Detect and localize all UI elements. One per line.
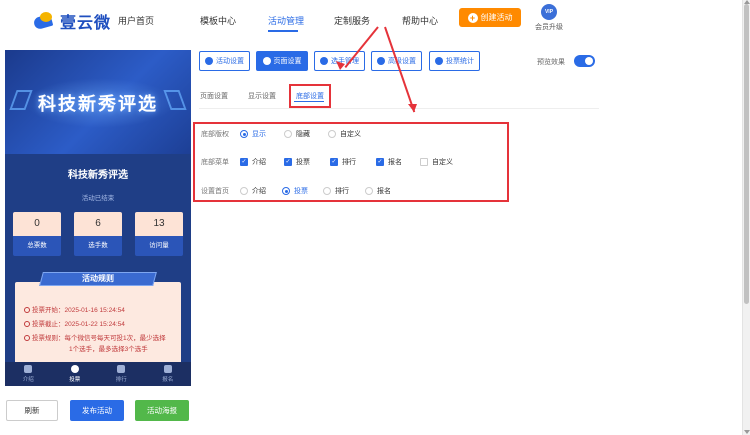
menu-option-signup[interactable]: ✓ 报名 xyxy=(376,157,402,167)
annotation-arrowheads xyxy=(336,61,417,112)
option-label: 报名 xyxy=(377,188,391,195)
checkbox-icon: ✓ xyxy=(376,158,384,166)
arrowhead-2 xyxy=(408,104,417,112)
copyright-option-custom[interactable]: 自定义 xyxy=(328,129,361,139)
radio-icon xyxy=(240,187,248,195)
option-label: 自定义 xyxy=(432,159,453,166)
option-label: 介绍 xyxy=(252,159,266,166)
home-option-vote[interactable]: 投票 xyxy=(282,186,308,196)
menu-option-custom[interactable]: 自定义 xyxy=(420,157,453,167)
copyright-label: 底部版权 xyxy=(201,131,229,138)
checkbox-icon xyxy=(420,158,428,166)
option-label: 投票 xyxy=(294,188,308,195)
radio-icon xyxy=(240,130,248,138)
home-option-signup[interactable]: 报名 xyxy=(365,186,391,196)
option-label: 投票 xyxy=(296,159,310,166)
radio-icon xyxy=(282,187,290,195)
radio-icon xyxy=(365,187,373,195)
menu-option-rank[interactable]: ✓ 排行 xyxy=(330,157,356,167)
copyright-option-show[interactable]: 显示 xyxy=(240,129,266,139)
checkbox-icon: ✓ xyxy=(240,158,248,166)
option-label: 显示 xyxy=(252,131,266,138)
radio-icon xyxy=(328,130,336,138)
arrowhead-1 xyxy=(336,61,345,70)
home-label: 设置首页 xyxy=(201,188,229,195)
option-label: 自定义 xyxy=(340,131,361,138)
option-label: 介绍 xyxy=(252,188,266,195)
option-label: 排行 xyxy=(342,159,356,166)
checkbox-icon: ✓ xyxy=(284,158,292,166)
option-label: 报名 xyxy=(388,159,402,166)
menu-label: 底部菜单 xyxy=(201,159,229,166)
home-option-intro[interactable]: 介绍 xyxy=(240,186,266,196)
home-option-rank[interactable]: 排行 xyxy=(323,186,349,196)
menu-option-intro[interactable]: ✓ 介绍 xyxy=(240,157,266,167)
radio-icon xyxy=(284,130,292,138)
option-label: 隐藏 xyxy=(296,131,310,138)
checkbox-icon: ✓ xyxy=(330,158,338,166)
menu-option-vote[interactable]: ✓ 投票 xyxy=(284,157,310,167)
radio-icon xyxy=(323,187,331,195)
option-label: 排行 xyxy=(335,188,349,195)
copyright-option-hide[interactable]: 隐藏 xyxy=(284,129,310,139)
